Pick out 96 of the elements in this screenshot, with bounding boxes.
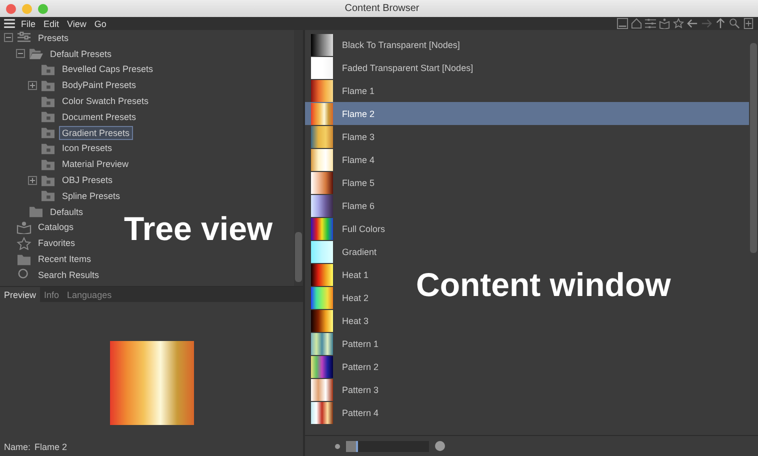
tree-item[interactable]: Color Swatch Presets <box>59 94 152 108</box>
item-name[interactable]: Full Colors <box>342 224 386 234</box>
item-name[interactable]: Heat 3 <box>342 316 369 326</box>
name-value: Flame 2 <box>34 442 68 452</box>
tree-item[interactable]: Recent Items <box>35 252 94 266</box>
item-name[interactable]: Flame 5 <box>342 178 375 188</box>
annotation-label: Tree view <box>124 210 273 248</box>
tree-item[interactable]: Document Presets <box>59 110 140 124</box>
menu-item[interactable]: View <box>67 18 86 28</box>
folder-lock-icon <box>40 126 56 140</box>
gradient-thumbnail <box>311 80 333 102</box>
new-item-icon[interactable] <box>743 18 754 29</box>
tree-item[interactable]: Catalogs <box>35 220 77 234</box>
item-name[interactable]: Pattern 4 <box>342 408 379 418</box>
selected-row[interactable]: Flame 2 <box>305 102 749 125</box>
item-name[interactable]: Flame 3 <box>342 132 375 142</box>
gradient-thumbnail <box>311 356 333 378</box>
large-size-icon <box>435 441 445 451</box>
tree-item[interactable]: Default Presets <box>47 46 115 61</box>
open-folder-icon <box>28 47 44 60</box>
tree-item[interactable]: Gradient Presets <box>59 126 133 140</box>
back-arrow-icon[interactable] <box>687 18 698 29</box>
gradient-thumbnail <box>311 378 333 400</box>
tree-item[interactable]: Bevelled Caps Presets <box>59 62 156 76</box>
tab[interactable]: Preview <box>0 287 40 302</box>
folder-lock-icon <box>40 110 56 124</box>
item-name[interactable]: Flame 4 <box>342 154 375 164</box>
folder-lock-icon <box>40 94 56 108</box>
book-icon <box>16 220 32 234</box>
annotation-label: Content window <box>416 266 671 304</box>
folder-icon <box>16 252 32 266</box>
tab[interactable]: Info <box>40 287 64 302</box>
folder-icon <box>28 205 44 218</box>
item-name[interactable]: Gradient <box>342 246 377 256</box>
size-slider[interactable] <box>346 440 429 452</box>
gradient-thumbnail <box>311 172 333 194</box>
gradient-thumbnail <box>311 126 333 148</box>
tree-item[interactable]: OBJ Presets <box>59 173 116 188</box>
item-name[interactable]: Flame 6 <box>342 200 375 210</box>
tree-item[interactable]: Material Preview <box>59 157 132 172</box>
folder-lock-icon <box>40 62 56 76</box>
item-name[interactable]: Pattern 1 <box>342 338 379 348</box>
gradient-thumbnail <box>311 310 333 332</box>
tree-item[interactable]: Favorites <box>35 236 78 250</box>
star-icon <box>16 236 32 250</box>
tree-item[interactable]: Search Results <box>35 268 102 282</box>
search-icon[interactable] <box>729 18 740 29</box>
tree-item[interactable]: Defaults <box>47 204 86 219</box>
gradient-thumbnail <box>311 264 333 286</box>
menu-icon[interactable] <box>4 19 15 28</box>
menu-item[interactable]: File <box>21 18 36 28</box>
tree-item[interactable]: Spline Presets <box>59 188 124 203</box>
home-icon[interactable] <box>631 18 642 29</box>
item-name[interactable]: Black To Transparent [Nodes] <box>342 40 460 50</box>
gradient-thumbnail <box>311 56 333 78</box>
gradient-thumbnail <box>311 34 333 56</box>
item-name[interactable]: Heat 1 <box>342 270 369 280</box>
small-size-icon <box>335 444 340 448</box>
panel-icon[interactable] <box>617 18 628 29</box>
item-name[interactable]: Flame 1 <box>342 86 375 96</box>
folder-lock-icon <box>40 189 56 202</box>
menu-item[interactable]: Go <box>94 18 106 28</box>
folder-lock-icon <box>40 78 56 92</box>
name-label: Name: <box>4 442 31 452</box>
tab[interactable]: Languages <box>63 287 116 302</box>
sliders-icon[interactable] <box>645 18 656 29</box>
tree-item[interactable]: Icon Presets <box>59 141 116 156</box>
folder-lock-icon <box>40 158 56 171</box>
expand-icon[interactable] <box>28 80 37 90</box>
gradient-thumbnail <box>311 218 333 240</box>
folder-lock-icon <box>40 142 56 155</box>
item-name[interactable]: Faded Transparent Start [Nodes] <box>342 62 474 72</box>
gradient-thumbnail <box>311 102 333 124</box>
tree-item[interactable]: BodyPaint Presets <box>59 78 140 92</box>
collapse-icon[interactable] <box>4 33 13 42</box>
gradient-thumbnail <box>311 286 333 308</box>
expand-icon[interactable] <box>28 176 37 185</box>
window-title: Content Browser <box>344 3 420 14</box>
book-icon[interactable] <box>659 18 670 29</box>
collapse-icon[interactable] <box>16 49 25 58</box>
gradient-thumbnail <box>311 148 333 170</box>
gradient-thumbnail <box>311 332 333 354</box>
menu-item[interactable]: Edit <box>44 18 60 28</box>
gradient-thumbnail <box>311 194 333 216</box>
up-arrow-icon[interactable] <box>715 18 726 29</box>
item-name[interactable]: Pattern 3 <box>342 384 379 394</box>
item-name[interactable]: Heat 2 <box>342 292 369 302</box>
gradient-thumbnail <box>311 402 333 424</box>
star-icon[interactable] <box>673 18 684 29</box>
close-button[interactable] <box>6 4 16 14</box>
gradient-thumbnail <box>311 240 333 262</box>
folder-lock-icon <box>40 174 56 187</box>
item-name[interactable]: Pattern 2 <box>342 362 379 372</box>
scrollbar[interactable] <box>294 30 303 286</box>
item-name[interactable]: Flame 2 <box>342 108 375 118</box>
tree-item[interactable]: Presets <box>35 30 72 45</box>
